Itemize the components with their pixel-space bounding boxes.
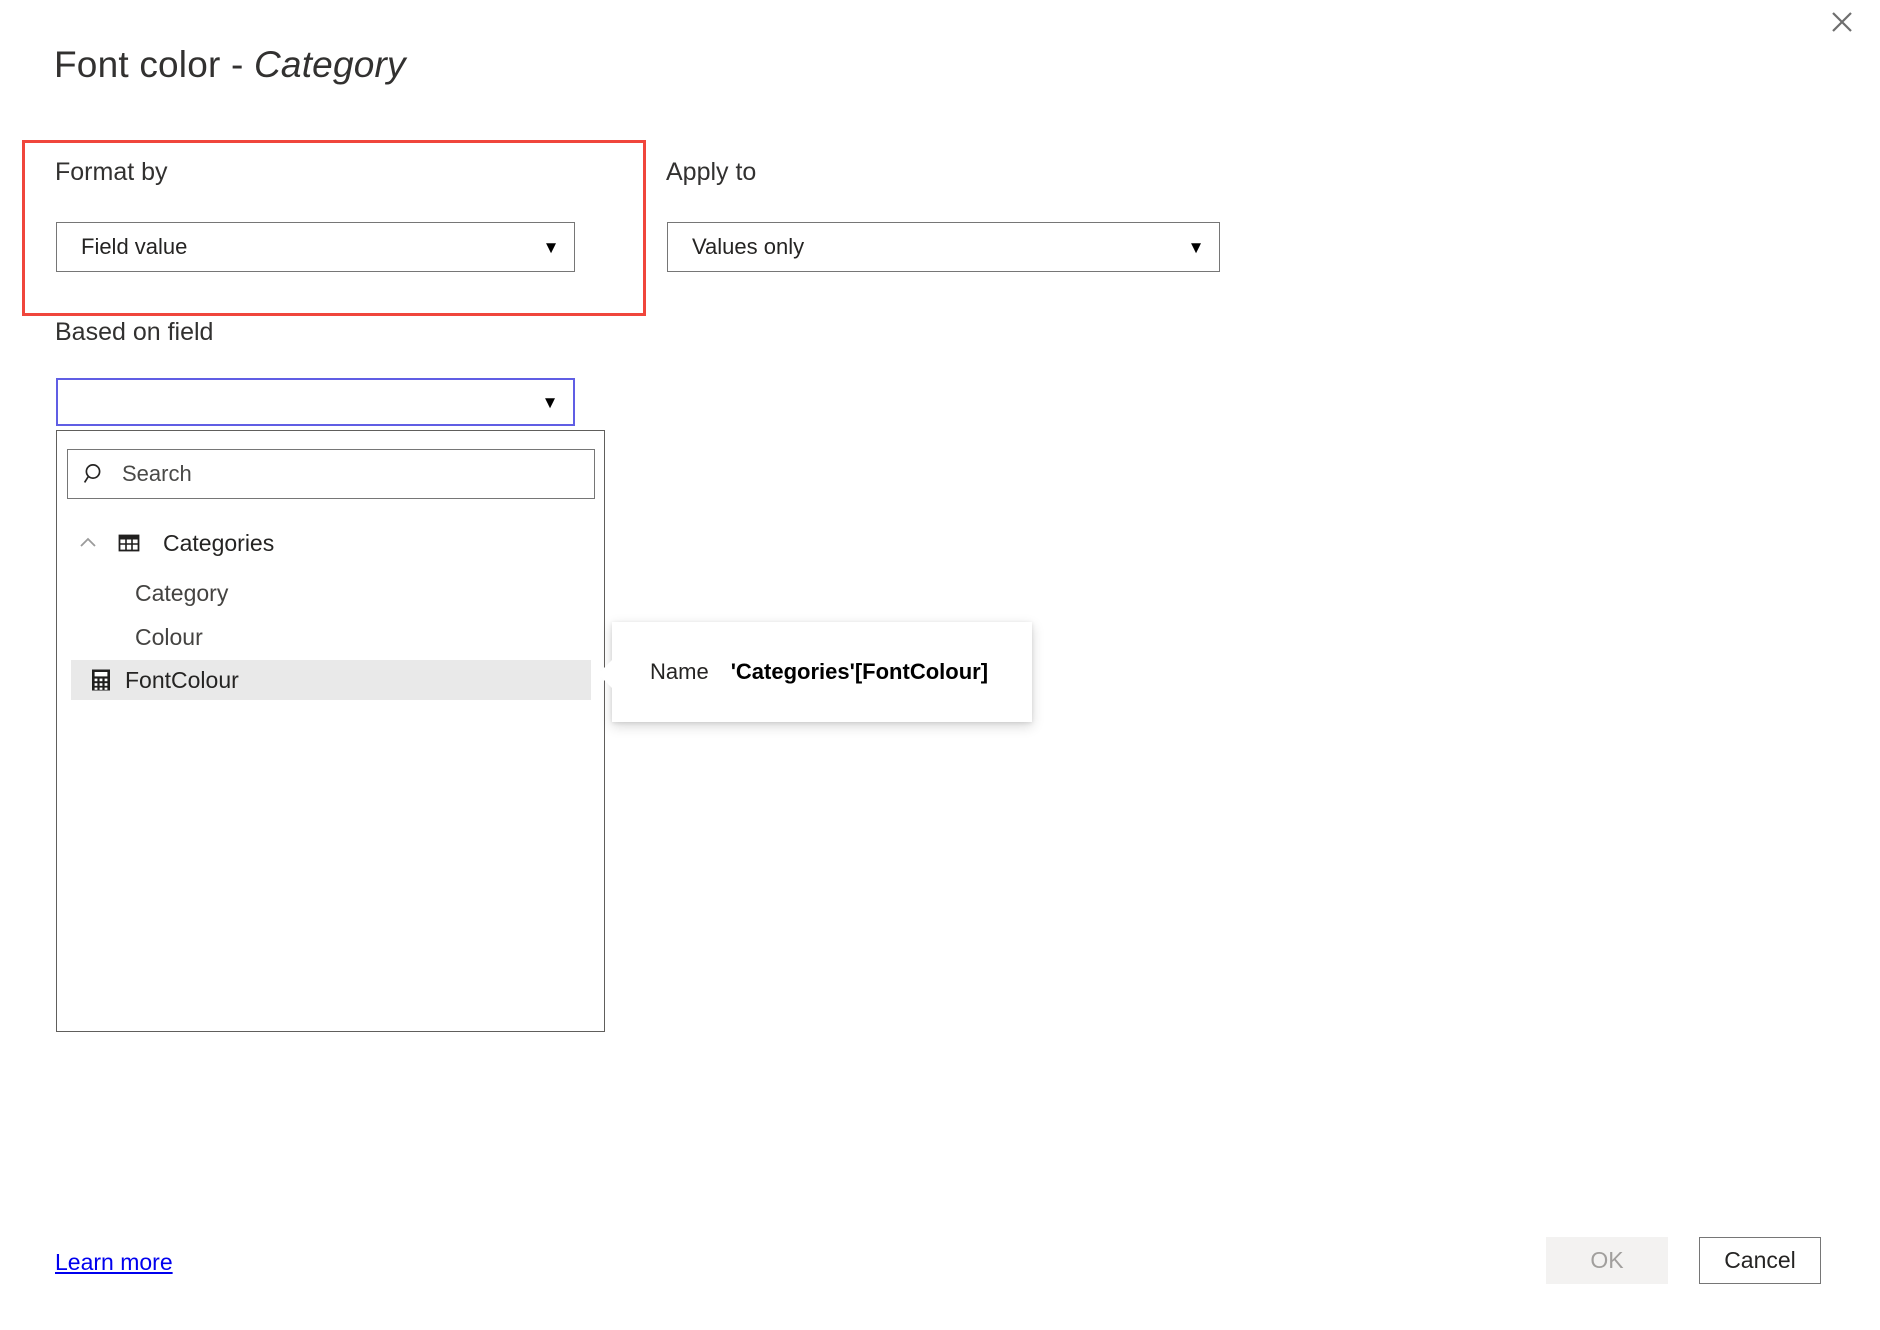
based-on-field-label: Based on field xyxy=(55,318,214,346)
field-group-categories[interactable]: Categories xyxy=(67,521,595,565)
search-placeholder: Search xyxy=(122,461,192,486)
format-by-label: Format by xyxy=(55,158,168,186)
ok-button[interactable]: OK xyxy=(1546,1237,1668,1284)
field-group-label: Categories xyxy=(163,529,275,556)
learn-more-link[interactable]: Learn more xyxy=(55,1249,173,1276)
chevron-down-icon: ▼ xyxy=(542,237,560,257)
cancel-button[interactable]: Cancel xyxy=(1699,1237,1821,1284)
field-picker-panel: Search Categories Category Colour FontCo… xyxy=(56,430,605,1032)
apply-to-label: Apply to xyxy=(666,158,757,186)
chevron-down-icon: ▼ xyxy=(1187,237,1205,257)
close-dialog-button[interactable] xyxy=(1818,0,1866,44)
search-input[interactable]: Search xyxy=(67,449,595,499)
field-item-label: Colour xyxy=(135,623,203,650)
search-icon xyxy=(68,461,122,487)
field-item-category[interactable]: Category xyxy=(129,572,595,614)
chevron-up-icon[interactable] xyxy=(67,532,109,554)
field-item-label: Category xyxy=(135,579,229,606)
page-title-prefix: Font color - xyxy=(54,44,254,85)
tooltip-arrow xyxy=(598,660,612,688)
table-icon xyxy=(109,531,149,555)
apply-to-dropdown[interactable]: Values only ▼ xyxy=(667,222,1220,272)
format-by-dropdown[interactable]: Field value ▼ xyxy=(56,222,575,272)
based-on-field-dropdown[interactable]: ▼ xyxy=(56,378,575,426)
field-item-colour[interactable]: Colour xyxy=(129,616,595,658)
format-by-value: Field value xyxy=(81,234,188,259)
field-item-fontcolour[interactable]: FontColour xyxy=(71,660,591,700)
measure-icon xyxy=(71,668,115,692)
tooltip-key: Name xyxy=(650,659,709,684)
chevron-down-icon: ▼ xyxy=(541,392,559,412)
page-title-subject: Category xyxy=(254,44,406,85)
field-tooltip: Name 'Categories'[FontColour] xyxy=(598,622,1032,722)
close-icon xyxy=(1830,10,1854,34)
field-item-label: FontColour xyxy=(125,666,239,693)
tooltip-value: 'Categories'[FontColour] xyxy=(730,659,989,684)
apply-to-value: Values only xyxy=(692,234,805,259)
page-title: Font color - Category xyxy=(54,44,406,86)
